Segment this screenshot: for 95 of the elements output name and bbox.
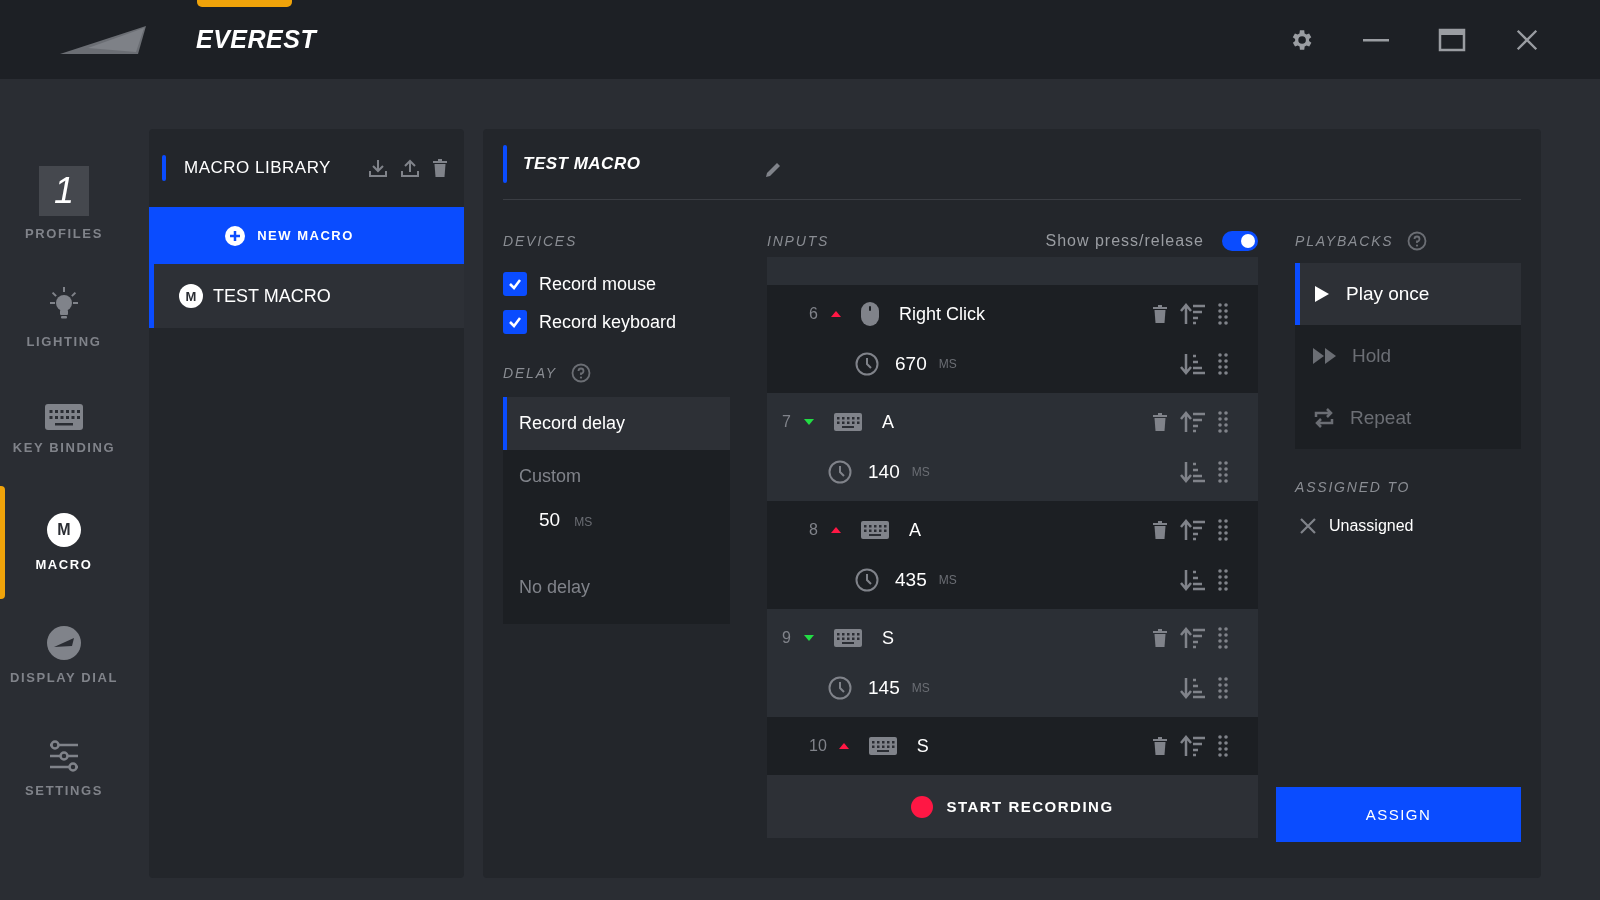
- keyboard-icon: [834, 413, 862, 431]
- section-heading: DEVICES: [503, 232, 579, 251]
- app-title: EVEREST: [196, 25, 317, 54]
- insert-below-icon[interactable]: [1180, 569, 1206, 591]
- insert-above-icon[interactable]: [1180, 411, 1206, 433]
- clock-icon: [855, 352, 879, 376]
- drag-handle-icon[interactable]: [1218, 735, 1228, 757]
- assign-button[interactable]: ASSIGN: [1276, 787, 1521, 842]
- section-heading: PLAYBACKS: [1295, 233, 1394, 249]
- clock-icon: [828, 676, 852, 700]
- drag-handle-icon[interactable]: [1218, 569, 1228, 591]
- keyboard-icon: [45, 404, 83, 430]
- input-key: Right Click: [899, 303, 986, 325]
- input-key: S: [882, 627, 894, 649]
- unit-label: MS: [911, 465, 930, 479]
- dial-icon: [47, 626, 81, 660]
- section-heading: INPUTS: [767, 233, 830, 249]
- nav-item[interactable]: LIGHTING: [0, 260, 128, 373]
- event-number: 7: [782, 413, 792, 431]
- section-heading: DELAY: [503, 365, 557, 381]
- macro-title: TEST MACRO: [523, 154, 642, 174]
- library-title: MACRO LIBRARY: [184, 158, 331, 178]
- nav-item[interactable]: DISPLAY DIAL: [0, 599, 128, 712]
- fast-forward-icon: [1312, 346, 1338, 366]
- keyboard-icon: [834, 629, 862, 647]
- input-key: A: [909, 519, 921, 541]
- repeat-icon: [1312, 406, 1336, 430]
- checkbox-option[interactable]: Record keyboard: [503, 303, 730, 341]
- insert-below-icon[interactable]: [1180, 677, 1206, 699]
- help-icon[interactable]: [1407, 231, 1428, 251]
- delay-value[interactable]: 145: [868, 677, 900, 699]
- event-number: 9: [782, 629, 792, 647]
- trash-icon[interactable]: [1152, 412, 1168, 432]
- unit-label: MS: [938, 573, 957, 587]
- delay-option[interactable]: No delay: [503, 561, 730, 614]
- trash-icon[interactable]: [1152, 628, 1168, 648]
- insert-below-icon[interactable]: [1180, 461, 1206, 483]
- drag-handle-icon[interactable]: [1218, 677, 1228, 699]
- sliders-icon: [47, 739, 81, 773]
- drag-handle-icon[interactable]: [1218, 519, 1228, 541]
- insert-above-icon[interactable]: [1180, 303, 1206, 325]
- drag-handle-icon[interactable]: [1218, 411, 1228, 433]
- clock-icon: [855, 568, 879, 592]
- insert-below-icon[interactable]: [1180, 353, 1206, 375]
- nav-item[interactable]: KEY BINDING: [0, 373, 128, 486]
- trash-icon[interactable]: [1152, 520, 1168, 540]
- delay-value[interactable]: 670: [895, 353, 927, 375]
- record-dot-icon: [911, 795, 934, 818]
- clock-icon: [828, 460, 852, 484]
- toggle-switch[interactable]: [1222, 231, 1258, 251]
- event-number: 10: [809, 737, 827, 755]
- trash-icon[interactable]: [1152, 304, 1168, 324]
- section-heading: ASSIGNED TO: [1295, 479, 1412, 495]
- start-recording-button[interactable]: START RECORDING: [767, 775, 1258, 838]
- delay-value[interactable]: 140: [868, 461, 900, 483]
- close-icon: [1299, 517, 1317, 535]
- unit-label: MS: [574, 515, 593, 529]
- keyboard-icon: [861, 521, 889, 539]
- nav-item[interactable]: M MACRO: [0, 486, 128, 599]
- keyboard-icon: [868, 737, 897, 755]
- help-icon[interactable]: [570, 363, 591, 383]
- download-icon[interactable]: [368, 158, 388, 178]
- mouse-icon: [861, 302, 879, 326]
- input-key: S: [916, 735, 929, 757]
- trash-icon[interactable]: [1152, 736, 1168, 756]
- nav-item[interactable]: 1 PROFILES: [0, 147, 128, 260]
- upload-icon[interactable]: [400, 158, 420, 178]
- delay-option[interactable]: Custom: [503, 450, 730, 503]
- assignment-value: Unassigned: [1329, 517, 1414, 535]
- trash-icon[interactable]: [432, 158, 448, 178]
- profile-number: 1: [39, 166, 89, 216]
- nav-item[interactable]: SETTINGS: [0, 712, 128, 825]
- drag-handle-icon[interactable]: [1218, 303, 1228, 325]
- event-number: 6: [809, 305, 819, 323]
- new-macro-button[interactable]: NEW MACRO: [149, 207, 464, 264]
- input-key: A: [882, 411, 894, 433]
- unit-label: MS: [938, 357, 957, 371]
- plus-icon: [225, 225, 246, 246]
- playback-option[interactable]: Play once: [1295, 263, 1521, 325]
- checkbox-option[interactable]: Record mouse: [503, 265, 730, 303]
- drag-handle-icon[interactable]: [1218, 461, 1228, 483]
- insert-above-icon[interactable]: [1180, 627, 1206, 649]
- insert-above-icon[interactable]: [1180, 735, 1206, 757]
- insert-above-icon[interactable]: [1180, 519, 1206, 541]
- pencil-icon[interactable]: [763, 160, 783, 180]
- macro-list-item[interactable]: M TEST MACRO: [149, 264, 464, 328]
- delay-value[interactable]: 50: [539, 509, 561, 531]
- delay-value[interactable]: 435: [895, 569, 927, 591]
- macro-badge: M: [47, 513, 81, 547]
- event-number: 8: [809, 521, 819, 539]
- delay-option[interactable]: Record delay: [503, 397, 730, 450]
- drag-handle-icon[interactable]: [1218, 353, 1228, 375]
- drag-handle-icon[interactable]: [1218, 627, 1228, 649]
- toggle-label: Show press/release: [1045, 232, 1204, 250]
- unit-label: MS: [911, 681, 930, 695]
